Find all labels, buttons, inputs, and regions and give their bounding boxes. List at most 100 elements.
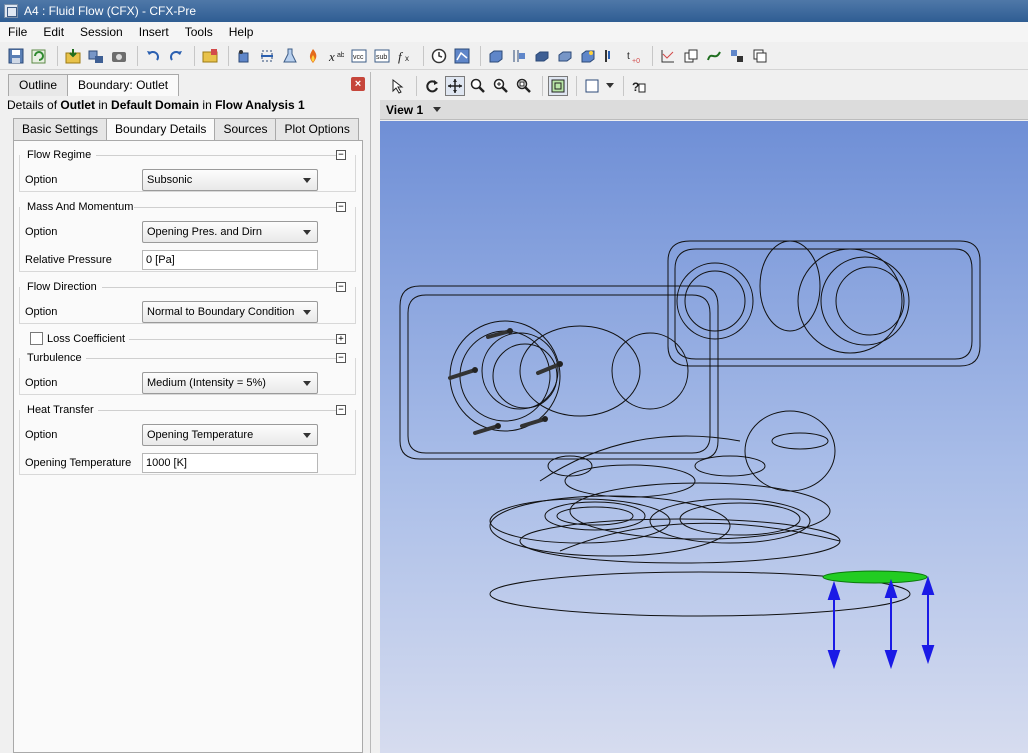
chevron-down-icon (303, 230, 311, 235)
3d-viewport[interactable] (380, 121, 1028, 753)
details-panel: Outline Boundary: Outlet × Details of Ou… (0, 72, 371, 753)
tab-basic-settings[interactable]: Basic Settings (13, 118, 108, 140)
flow-regime-option-value: Subsonic (147, 174, 193, 186)
viewport-layout-icon[interactable] (582, 76, 602, 96)
title-bar: A4 : Fluid Flow (CFX) - CFX-Pre (0, 0, 1028, 22)
tab-outline[interactable]: Outline (8, 74, 69, 96)
folder-icon[interactable] (200, 46, 220, 66)
chevron-down-icon (303, 310, 311, 315)
mass-momentum-option-select[interactable]: Opening Pres. and Dirn (142, 221, 318, 243)
loss-coefficient-expand-icon[interactable]: + (336, 334, 346, 344)
box3-icon[interactable] (532, 46, 552, 66)
rotate-icon[interactable] (422, 76, 442, 96)
menu-help[interactable]: Help (221, 22, 262, 42)
undo-icon[interactable] (143, 46, 163, 66)
window-title: A4 : Fluid Flow (CFX) - CFX-Pre (24, 4, 197, 18)
svg-text:t: t (627, 51, 630, 62)
import-icon[interactable] (63, 46, 83, 66)
turbulence-option-select[interactable]: Medium (Intensity = 5%) (142, 372, 318, 394)
svg-text:sub: sub (376, 54, 387, 61)
chevron-down-icon (303, 178, 311, 183)
expression-icon[interactable]: x ab (326, 46, 346, 66)
detail-tabs: Basic Settings Boundary Details Sources … (13, 118, 359, 140)
menu-tools[interactable]: Tools (177, 22, 221, 42)
svg-text:x: x (328, 49, 335, 64)
zoom-box-icon[interactable] (491, 76, 511, 96)
export-icon[interactable] (86, 46, 106, 66)
flame-icon[interactable] (303, 46, 323, 66)
turbulence-option-label: Option (25, 377, 58, 389)
copy-icon[interactable] (681, 46, 701, 66)
flow-regime-option-select[interactable]: Subsonic (142, 169, 318, 191)
svg-text:?: ? (632, 80, 639, 94)
close-icon[interactable]: × (351, 77, 365, 91)
flow-regime-option-label: Option (25, 174, 58, 186)
chevron-down-icon (303, 433, 311, 438)
details-prefix: Details of (7, 98, 61, 112)
sub-icon[interactable]: sub (372, 46, 392, 66)
app-icon (4, 4, 18, 18)
solver-icon[interactable] (452, 46, 472, 66)
menu-insert[interactable]: Insert (131, 22, 177, 42)
box5-icon[interactable] (578, 46, 598, 66)
box2-icon[interactable] (509, 46, 529, 66)
heat-transfer-option-select[interactable]: Opening Temperature (142, 424, 318, 446)
mass-momentum-option-label: Option (25, 226, 58, 238)
loss-coefficient-title: Loss Coefficient (47, 333, 126, 345)
details-heading: Details of Outlet in Default Domain in F… (7, 98, 305, 112)
opening-temperature-label: Opening Temperature (25, 457, 132, 469)
panel-tabs: Outline Boundary: Outlet (8, 74, 180, 96)
heat-transfer-option-label: Option (25, 429, 58, 441)
loss-coefficient-checkbox[interactable] (30, 332, 43, 345)
details-in-1: in (95, 98, 112, 112)
fit-view-icon[interactable] (548, 76, 568, 96)
clock-icon[interactable] (429, 46, 449, 66)
menu-bar: File Edit Session Insert Tools Help (0, 22, 1028, 42)
zoom-fit-icon[interactable] (514, 76, 534, 96)
flow-direction-option-select[interactable]: Normal to Boundary Condition (142, 301, 318, 323)
chevron-down-icon (303, 381, 311, 386)
details-object: Outlet (60, 98, 96, 112)
chevron-down-icon[interactable] (433, 107, 442, 112)
viewport-header[interactable]: View 1 (380, 100, 1028, 120)
camera-icon[interactable] (109, 46, 129, 66)
tab-boundary-details[interactable]: Boundary Details (106, 118, 216, 140)
redo-icon[interactable] (166, 46, 186, 66)
function-icon[interactable]: fx (395, 46, 415, 66)
svg-text:+0: +0 (632, 58, 640, 64)
menu-file[interactable]: File (0, 22, 35, 42)
tab-sources[interactable]: Sources (214, 118, 277, 140)
layers-icon[interactable] (750, 46, 770, 66)
flow-direction-option-label: Option (25, 306, 58, 318)
box4-icon[interactable] (555, 46, 575, 66)
help-query-icon[interactable]: ? (629, 76, 649, 96)
chart-icon[interactable] (658, 46, 678, 66)
opening-temperature-input[interactable]: 1000 [K] (142, 453, 318, 473)
flow-icon[interactable] (704, 46, 724, 66)
flow-direction-option-value: Normal to Boundary Condition (147, 306, 295, 318)
menu-edit[interactable]: Edit (35, 22, 72, 42)
tplus-icon[interactable]: t +0 (624, 46, 644, 66)
svg-text:vcc: vcc (353, 54, 364, 61)
boundary-details-form: Flow Regime − Option Subsonic Mass And M… (13, 140, 363, 753)
select-pointer-icon[interactable] (388, 76, 408, 96)
menu-session[interactable]: Session (72, 22, 131, 42)
pan-icon[interactable] (445, 76, 465, 96)
monitor-icon[interactable] (601, 46, 621, 66)
domain-icon[interactable] (234, 46, 254, 66)
svg-text:ab: ab (337, 52, 344, 59)
tab-plot-options[interactable]: Plot Options (275, 118, 359, 140)
save-icon[interactable] (6, 46, 26, 66)
chevron-down-icon[interactable] (605, 76, 615, 96)
mesh-icon[interactable] (727, 46, 747, 66)
boundary-icon[interactable] (257, 46, 277, 66)
vcc-icon[interactable]: vcc (349, 46, 369, 66)
zoom-icon[interactable] (468, 76, 488, 96)
relative-pressure-input[interactable]: 0 [Pa] (142, 250, 318, 270)
heat-transfer-option-value: Opening Temperature (147, 429, 254, 441)
box1-icon[interactable] (486, 46, 506, 66)
refresh-icon[interactable] (29, 46, 49, 66)
tab-boundary-outlet[interactable]: Boundary: Outlet (67, 74, 180, 96)
turbulence-option-value: Medium (Intensity = 5%) (147, 377, 266, 389)
flask-icon[interactable] (280, 46, 300, 66)
